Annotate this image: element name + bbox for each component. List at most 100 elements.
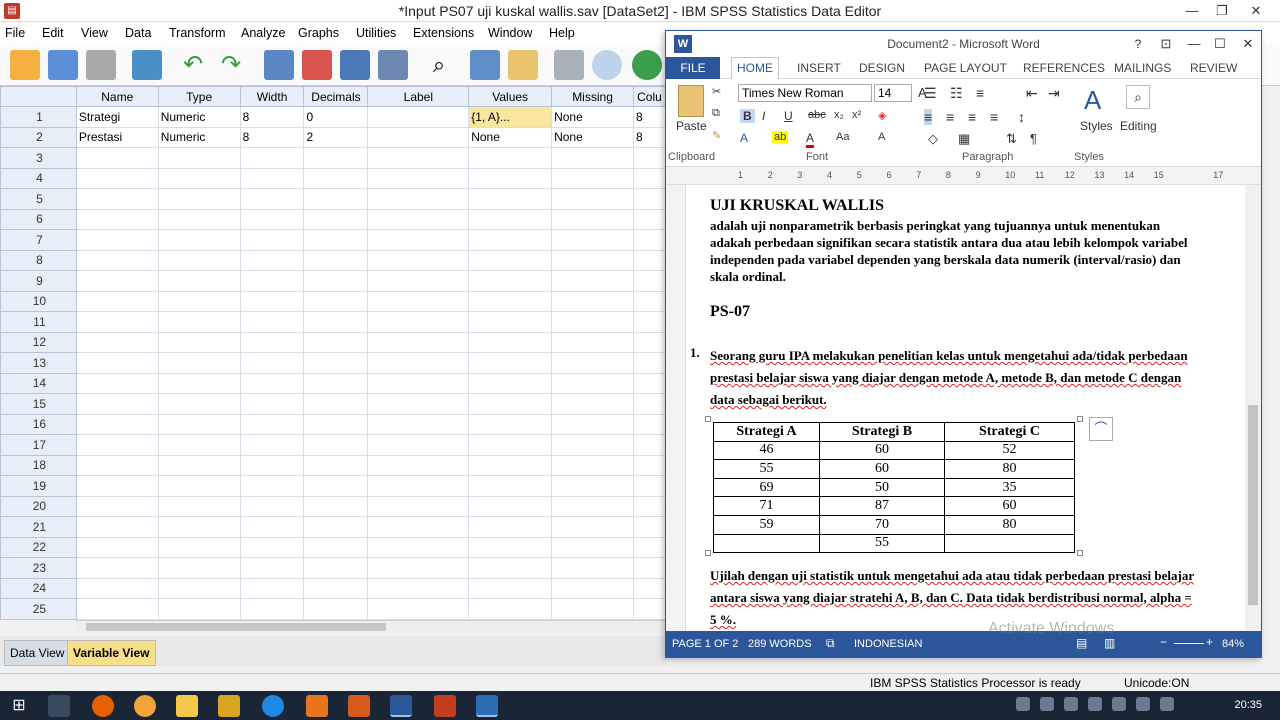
empty-cell[interactable] bbox=[239, 434, 305, 456]
document-page[interactable]: UJI KRUSKAL WALLIS adalah uji nonparamet… bbox=[686, 185, 1246, 633]
empty-cell[interactable] bbox=[239, 557, 305, 579]
row-number[interactable]: 12 bbox=[0, 331, 77, 353]
tab-review[interactable]: REVIEW bbox=[1190, 61, 1237, 75]
empty-cell[interactable] bbox=[303, 147, 369, 169]
empty-cell[interactable] bbox=[632, 475, 666, 497]
tab-file[interactable]: FILE bbox=[666, 57, 720, 79]
col-header-type[interactable]: Type bbox=[157, 86, 241, 107]
empty-cell[interactable] bbox=[303, 311, 369, 333]
empty-cell[interactable] bbox=[157, 147, 241, 169]
empty-cell[interactable] bbox=[551, 454, 634, 476]
empty-cell[interactable] bbox=[367, 393, 470, 415]
empty-cell[interactable] bbox=[367, 188, 470, 210]
menu-view[interactable]: View bbox=[81, 26, 108, 40]
menu-utilities[interactable]: Utilities bbox=[356, 26, 396, 40]
empty-cell[interactable] bbox=[468, 413, 553, 435]
empty-cell[interactable] bbox=[75, 577, 159, 599]
cell-label[interactable] bbox=[367, 106, 470, 128]
row-number[interactable]: 20 bbox=[0, 495, 77, 517]
empty-cell[interactable] bbox=[157, 536, 241, 558]
layout-options-icon[interactable]: ⌒ bbox=[1089, 417, 1113, 441]
app-icon[interactable] bbox=[348, 695, 370, 717]
row-number[interactable]: 15 bbox=[0, 393, 77, 415]
highlight-icon[interactable]: ab bbox=[772, 131, 789, 143]
empty-cell[interactable] bbox=[468, 372, 553, 394]
empty-cell[interactable] bbox=[632, 229, 666, 251]
empty-cell[interactable] bbox=[367, 167, 470, 189]
empty-cell[interactable] bbox=[239, 290, 305, 312]
empty-cell[interactable] bbox=[75, 598, 159, 620]
empty-cell[interactable] bbox=[551, 372, 634, 394]
empty-cell[interactable] bbox=[632, 413, 666, 435]
restore-icon[interactable]: ❐ bbox=[1206, 0, 1238, 22]
network-icon[interactable] bbox=[1064, 697, 1078, 711]
empty-cell[interactable] bbox=[551, 577, 634, 599]
empty-cell[interactable] bbox=[75, 536, 159, 558]
media-icon[interactable] bbox=[134, 695, 156, 717]
word-count[interactable]: 289 WORDS bbox=[748, 638, 812, 650]
empty-cell[interactable] bbox=[468, 516, 553, 538]
row-number[interactable]: 5 bbox=[0, 188, 77, 210]
empty-cell[interactable] bbox=[303, 331, 369, 353]
run-descriptives-icon[interactable] bbox=[378, 50, 408, 80]
empty-cell[interactable] bbox=[367, 249, 470, 271]
empty-cell[interactable] bbox=[367, 311, 470, 333]
tab-references[interactable]: REFERENCES bbox=[1023, 61, 1105, 75]
empty-cell[interactable] bbox=[551, 352, 634, 374]
empty-cell[interactable] bbox=[632, 393, 666, 415]
empty-cell[interactable] bbox=[75, 434, 159, 456]
zoom-level[interactable]: 84% bbox=[1222, 638, 1244, 650]
empty-cell[interactable] bbox=[239, 577, 305, 599]
empty-cell[interactable] bbox=[632, 147, 666, 169]
col-header-name[interactable]: Name bbox=[75, 86, 159, 107]
line-spacing-icon[interactable]: ↕ bbox=[1018, 109, 1025, 125]
text-effects-icon[interactable]: A bbox=[740, 131, 748, 145]
empty-cell[interactable] bbox=[303, 393, 369, 415]
empty-cell[interactable] bbox=[303, 495, 369, 517]
zoom-out-icon[interactable]: − bbox=[1160, 635, 1167, 649]
menu-extensions[interactable]: Extensions bbox=[413, 26, 474, 40]
cell-missing[interactable]: None bbox=[551, 126, 634, 148]
borders-icon[interactable]: ▦ bbox=[958, 131, 970, 147]
empty-cell[interactable] bbox=[239, 475, 305, 497]
empty-cell[interactable] bbox=[632, 372, 666, 394]
row-number[interactable]: 17 bbox=[0, 434, 77, 456]
shrink-font-icon[interactable]: A bbox=[878, 131, 885, 143]
menu-graphs[interactable]: Graphs bbox=[298, 26, 339, 40]
empty-cell[interactable] bbox=[468, 454, 553, 476]
table-cell[interactable]: 46 bbox=[713, 440, 820, 461]
font-color-icon[interactable]: A bbox=[806, 131, 815, 148]
empty-cell[interactable] bbox=[157, 577, 241, 599]
strikethrough-icon[interactable]: abc bbox=[808, 109, 826, 121]
justify-icon[interactable]: ≡ bbox=[990, 109, 998, 125]
font-name-select[interactable]: Times New Roman bbox=[738, 84, 872, 102]
empty-cell[interactable] bbox=[75, 393, 159, 415]
cell-values[interactable]: {1, A}... bbox=[468, 106, 553, 128]
table-cell[interactable]: 69 bbox=[713, 477, 820, 498]
menu-help[interactable]: Help bbox=[549, 26, 575, 40]
empty-cell[interactable] bbox=[632, 557, 666, 579]
empty-cell[interactable] bbox=[303, 188, 369, 210]
cell-values[interactable]: None bbox=[468, 126, 553, 148]
tray-icon[interactable] bbox=[1016, 697, 1030, 711]
empty-cell[interactable] bbox=[468, 393, 553, 415]
empty-cell[interactable] bbox=[367, 352, 470, 374]
align-center-icon[interactable]: ≡ bbox=[946, 109, 954, 125]
tab-home[interactable]: HOME bbox=[731, 57, 779, 80]
empty-cell[interactable] bbox=[239, 352, 305, 374]
empty-cell[interactable] bbox=[75, 249, 159, 271]
table-cell[interactable] bbox=[944, 533, 1075, 554]
superscript-icon[interactable]: x² bbox=[852, 109, 861, 121]
table-cell[interactable]: 50 bbox=[819, 477, 945, 498]
table-cell[interactable]: 70 bbox=[819, 514, 945, 535]
empty-cell[interactable] bbox=[303, 536, 369, 558]
empty-cell[interactable] bbox=[303, 557, 369, 579]
empty-cell[interactable] bbox=[75, 516, 159, 538]
empty-cell[interactable] bbox=[367, 577, 470, 599]
row-number[interactable]: 8 bbox=[0, 249, 77, 271]
empty-cell[interactable] bbox=[468, 270, 553, 292]
search-icon[interactable] bbox=[48, 695, 70, 717]
empty-cell[interactable] bbox=[632, 352, 666, 374]
table-resize-handle[interactable] bbox=[705, 550, 711, 556]
empty-cell[interactable] bbox=[551, 434, 634, 456]
